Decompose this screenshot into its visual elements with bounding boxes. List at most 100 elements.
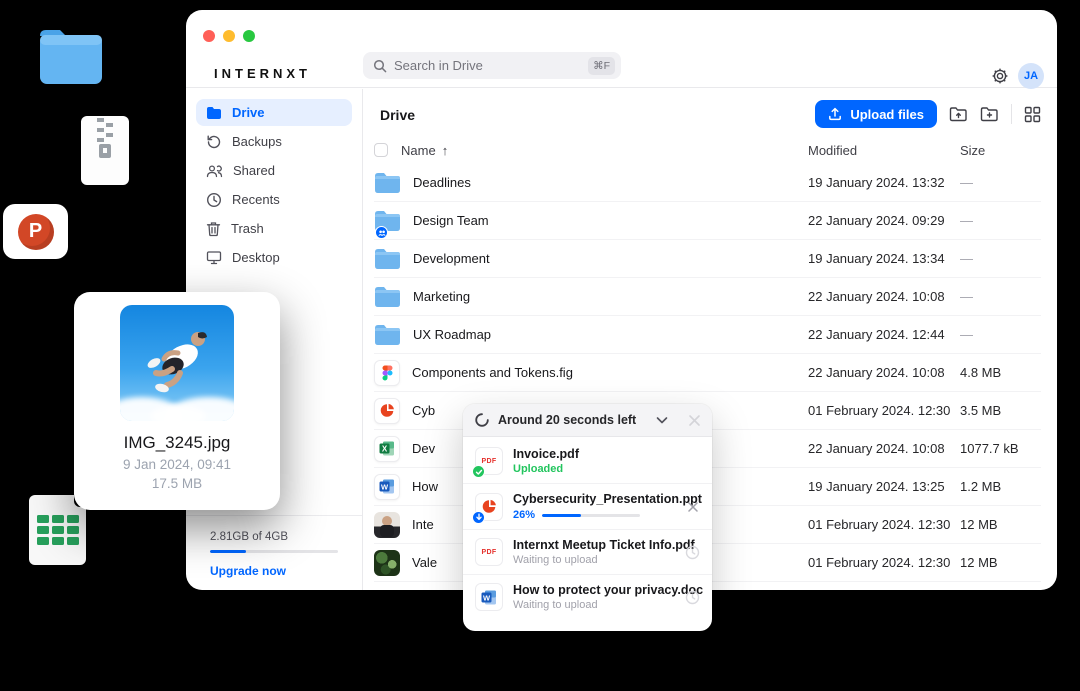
- upload-status: Uploaded: [513, 463, 700, 475]
- sidebar-item-backups[interactable]: Backups: [196, 128, 352, 155]
- waiting-clock-icon: [685, 545, 700, 560]
- jumping-person-illustration: [120, 305, 234, 421]
- sort-arrow-icon: ↑: [442, 143, 449, 158]
- desktop-folder-icon[interactable]: [36, 26, 106, 93]
- sidebar-item-drive[interactable]: Drive: [196, 99, 352, 126]
- desktop-monitor-icon: [206, 250, 222, 265]
- zip-file-icon[interactable]: [81, 116, 129, 185]
- file-modified: 01 February 2024. 12:30: [808, 555, 960, 570]
- file-size: 1077.7 kB: [960, 441, 1041, 456]
- upload-file-name: Cybersecurity_Presentation.ppt: [513, 492, 676, 506]
- file-modified: 19 January 2024. 13:34: [808, 251, 960, 266]
- svg-text:W: W: [381, 483, 389, 492]
- waiting-clock-icon: [685, 590, 700, 605]
- image-preview-card[interactable]: IMG_3245.jpg 9 Jan 2024, 09:41 17.5 MB: [74, 292, 280, 510]
- upload-icon: [828, 107, 842, 121]
- file-name: Deadlines: [413, 175, 471, 190]
- upload-folder-button[interactable]: [949, 106, 968, 122]
- page-title: Drive: [380, 107, 415, 123]
- sidebar-item-recents[interactable]: Recents: [196, 186, 352, 213]
- minimize-window-button[interactable]: [223, 30, 235, 42]
- upload-item-meetup-ticket[interactable]: PDF Internxt Meetup Ticket Info.pdf Wait…: [463, 529, 712, 574]
- file-modified: 22 January 2024. 10:08: [808, 289, 960, 304]
- column-header-size[interactable]: Size: [960, 143, 1041, 158]
- search-input[interactable]: Search in Drive ⌘F: [363, 52, 621, 79]
- desktop-background: P IMG_3245.jpg 9 Jan 2024, 09:41 17.5: [0, 0, 1080, 691]
- file-size: 4.8 MB: [960, 365, 1041, 380]
- zoom-window-button[interactable]: [243, 30, 255, 42]
- select-all-checkbox[interactable]: [374, 143, 388, 157]
- pie-chart-file-icon: [374, 398, 400, 424]
- spreadsheet-grid-icon: [37, 515, 79, 545]
- settings-button[interactable]: [988, 64, 1012, 88]
- upload-item-invoice[interactable]: PDF Invoice.pdf Uploaded: [463, 439, 712, 483]
- file-modified: 19 January 2024. 13:25: [808, 479, 960, 494]
- close-popup-icon[interactable]: [687, 413, 702, 428]
- sidebar-item-label: Recents: [232, 192, 280, 207]
- upload-item-privacy-doc[interactable]: W How to protect your privacy.doc Waitin…: [463, 574, 712, 619]
- folder-icon: [374, 283, 401, 310]
- powerpoint-file-icon[interactable]: P: [3, 204, 68, 259]
- upload-status: Waiting to upload: [513, 599, 675, 611]
- sidebar-item-label: Shared: [233, 163, 275, 178]
- file-size: 12 MB: [960, 555, 1041, 570]
- toolbar-divider: [1011, 104, 1012, 124]
- file-modified: 22 January 2024. 10:08: [808, 441, 960, 456]
- file-name: UX Roadmap: [413, 327, 491, 342]
- upload-progress-popup: Around 20 seconds left PDF Invoice.pdf U…: [463, 404, 712, 631]
- table-row[interactable]: Components and Tokens.fig 22 January 202…: [374, 354, 1041, 392]
- file-modified: 01 February 2024. 12:30: [808, 517, 960, 532]
- upload-item-cybersecurity[interactable]: Cybersecurity_Presentation.ppt 26%: [463, 483, 712, 529]
- avatar[interactable]: JA: [1018, 63, 1044, 89]
- new-folder-button[interactable]: [980, 106, 999, 122]
- spinner-icon: [475, 413, 489, 427]
- file-modified: 19 January 2024. 13:32: [808, 175, 960, 190]
- shared-users-icon: [206, 164, 223, 178]
- sidebar-item-label: Desktop: [232, 250, 280, 265]
- file-size: —: [960, 213, 1041, 228]
- table-row[interactable]: Marketing 22 January 2024. 10:08 —: [374, 278, 1041, 316]
- file-name: Vale: [412, 555, 437, 570]
- table-row[interactable]: Development 19 January 2024. 13:34 —: [374, 240, 1041, 278]
- excel-file-icon: X: [374, 436, 400, 462]
- preview-date: 9 Jan 2024, 09:41: [74, 457, 280, 472]
- grid-view-icon: [1024, 106, 1041, 123]
- upload-file-name: Invoice.pdf: [513, 447, 700, 461]
- folder-icon: [374, 245, 401, 272]
- grid-view-button[interactable]: [1024, 106, 1041, 123]
- window-topbar: INTERNXT Search in Drive ⌘F J: [186, 10, 1057, 88]
- close-window-button[interactable]: [203, 30, 215, 42]
- sidebar-item-trash[interactable]: Trash: [196, 215, 352, 242]
- shared-folder-icon: [374, 207, 401, 234]
- table-row[interactable]: Deadlines 19 January 2024. 13:32 —: [374, 164, 1041, 202]
- ppt-pie-file-icon: [475, 493, 503, 521]
- file-size: 3.5 MB: [960, 403, 1041, 418]
- pdf-file-icon: PDF: [475, 538, 503, 566]
- file-size: —: [960, 175, 1041, 190]
- file-name: Design Team: [413, 213, 489, 228]
- chevron-down-icon[interactable]: [654, 412, 670, 428]
- table-row[interactable]: Design Team 22 January 2024. 09:29 —: [374, 202, 1041, 240]
- file-size: —: [960, 289, 1041, 304]
- upload-popup-header: Around 20 seconds left: [463, 404, 712, 437]
- cancel-upload-icon[interactable]: [686, 500, 700, 514]
- spreadsheet-file-icon[interactable]: [29, 495, 86, 565]
- storage-progress-bar: [210, 550, 338, 553]
- internxt-logo: INTERNXT: [214, 66, 311, 81]
- file-name: Inte: [412, 517, 434, 532]
- upload-percent: 26%: [513, 509, 535, 521]
- word-file-icon: W: [374, 474, 400, 500]
- sidebar-item-desktop[interactable]: Desktop: [196, 244, 352, 271]
- upgrade-link[interactable]: Upgrade now: [210, 564, 338, 578]
- table-row[interactable]: UX Roadmap 22 January 2024. 12:44 —: [374, 316, 1041, 354]
- column-header-modified[interactable]: Modified: [808, 143, 960, 158]
- upload-file-name: Internxt Meetup Ticket Info.pdf: [513, 538, 675, 552]
- upload-status: Waiting to upload: [513, 554, 675, 566]
- upload-files-button[interactable]: Upload files: [815, 100, 937, 128]
- file-size: 1.2 MB: [960, 479, 1041, 494]
- search-shortcut-badge: ⌘F: [588, 57, 615, 75]
- file-size: —: [960, 327, 1041, 342]
- column-header-name[interactable]: Name ↑: [401, 143, 808, 158]
- search-placeholder: Search in Drive: [394, 58, 581, 73]
- sidebar-item-shared[interactable]: Shared: [196, 157, 352, 184]
